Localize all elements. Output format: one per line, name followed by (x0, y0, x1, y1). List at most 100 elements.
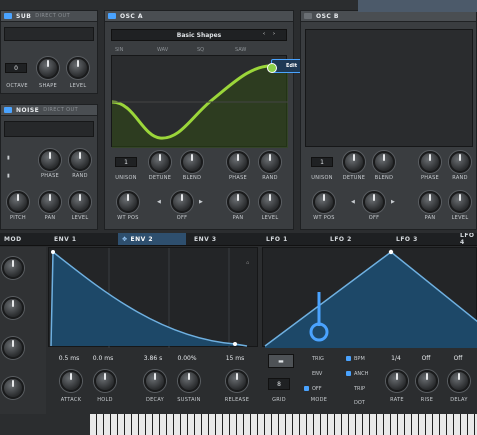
env-release-value: 15 ms (225, 355, 245, 362)
lfo-bpm-led[interactable] (346, 356, 351, 361)
noise-oneshot-icon[interactable]: ▮ (7, 173, 10, 179)
osc-a-warp-knob[interactable] (171, 191, 193, 213)
osc-a-warp-right-arrow-icon[interactable]: ▶ (199, 199, 203, 205)
noise-key-icon[interactable]: ▮ (7, 155, 10, 161)
lfo-dot-toggle[interactable]: DOT (354, 400, 365, 406)
noise-level-knob[interactable] (69, 191, 91, 213)
osc-a-prev-arrow-icon[interactable]: ‹ (263, 31, 265, 37)
env-release-label: RELEASE (224, 397, 250, 403)
osc-b-warp-left-arrow-icon[interactable]: ◀ (351, 199, 355, 205)
env-sustain-knob[interactable] (178, 370, 200, 392)
osc-b-detune-label: DETUNE (342, 175, 366, 181)
lfo-rate-knob[interactable] (386, 370, 408, 392)
piano-keyboard[interactable] (90, 414, 477, 435)
noise-pan-knob[interactable] (39, 191, 61, 213)
osc-b-unison-field[interactable]: 1 (311, 157, 333, 167)
noise-phase-knob[interactable] (39, 149, 61, 171)
osc-b-warp-knob[interactable] (363, 191, 385, 213)
tab-lfo-1[interactable]: LFO 1 (262, 233, 324, 245)
osc-b-wavetable-display[interactable] (305, 29, 473, 147)
env-decay-value: 3.86 s (143, 355, 163, 362)
macro-1-knob[interactable] (2, 257, 24, 279)
lfo-trip-toggle[interactable]: TRIP (354, 386, 365, 392)
env-hold-value: 0.0 ms (92, 355, 114, 362)
osc-b-level-knob[interactable] (449, 191, 471, 213)
macro-3-knob[interactable] (2, 337, 24, 359)
macro-4-knob[interactable] (2, 377, 24, 399)
lfo-mode-off[interactable]: OFF (312, 386, 322, 392)
tab-env-2[interactable]: ✥ ENV 2 (118, 233, 186, 245)
osc-b-blend-knob[interactable] (373, 151, 395, 173)
sub-display (4, 27, 94, 41)
lfo-delay-knob[interactable] (448, 370, 470, 392)
sub-octave-field[interactable]: 0 (5, 63, 27, 73)
osc-b-warp-right-arrow-icon[interactable]: ▶ (391, 199, 395, 205)
osc-a-level-knob[interactable] (259, 191, 281, 213)
osc-b-pan-label: PAN (424, 215, 436, 221)
osc-a-blend-label: BLEND (182, 175, 202, 181)
osc-b-pan-knob[interactable] (419, 191, 441, 213)
noise-direct-out[interactable]: DIRECT OUT (43, 107, 78, 113)
tab-lfo-2[interactable]: LFO 2 (326, 233, 388, 245)
tab-mod[interactable]: MOD (0, 233, 48, 245)
osc-a-wavetable-name[interactable]: Basic Shapes (111, 29, 287, 41)
sub-title: SUB (16, 12, 32, 20)
sub-power-led[interactable] (4, 13, 12, 19)
lfo-1-graph[interactable] (262, 247, 477, 348)
osc-b-wt-pos-knob[interactable] (313, 191, 335, 213)
lfo-mode-off-led[interactable] (304, 386, 309, 391)
noise-power-led[interactable] (4, 107, 12, 113)
lfo-grid-field[interactable]: 8 (268, 378, 290, 390)
osc-b-rand-knob[interactable] (449, 151, 471, 173)
osc-a-next-arrow-icon[interactable]: › (273, 31, 275, 37)
env-2-graph[interactable] (48, 247, 258, 348)
osc-a-wt-field-1[interactable]: SIN (115, 47, 123, 53)
osc-a-waveform (111, 64, 289, 148)
osc-a-warp-mode-label[interactable]: OFF (166, 215, 198, 221)
drag-move-icon[interactable]: ✥ (122, 236, 128, 243)
lfo-anch-toggle[interactable]: ANCH (354, 371, 368, 377)
lfo-mode-trig[interactable]: TRIG (312, 356, 324, 362)
osc-a-phase-knob[interactable] (227, 151, 249, 173)
noise-rand-knob[interactable] (69, 149, 91, 171)
macro-2-knob[interactable] (2, 297, 24, 319)
osc-a-detune-knob[interactable] (149, 151, 171, 173)
env-decay-knob[interactable] (144, 370, 166, 392)
osc-b-detune-knob[interactable] (343, 151, 365, 173)
osc-b-phase-knob[interactable] (419, 151, 441, 173)
tab-lfo-4[interactable]: LFO 4 (456, 233, 477, 245)
osc-a-wt-field-3[interactable]: SQ (197, 47, 204, 53)
osc-b-title: OSC B (316, 12, 339, 20)
sub-direct-out[interactable]: DIRECT OUT (35, 13, 70, 19)
env-release-knob[interactable] (226, 370, 248, 392)
env-attack-knob[interactable] (60, 370, 82, 392)
lfo-rise-knob[interactable] (416, 370, 438, 392)
lfo-anch-led[interactable] (346, 371, 351, 376)
osc-a-power-led[interactable] (108, 13, 116, 19)
noise-rand-label: RAND (72, 173, 88, 179)
osc-a-pan-knob[interactable] (227, 191, 249, 213)
osc-a-wt-field-4[interactable]: SAW (235, 47, 246, 53)
osc-a-unison-field[interactable]: 1 (115, 157, 137, 167)
osc-b-power-led[interactable] (304, 13, 312, 19)
osc-a-warp-left-arrow-icon[interactable]: ◀ (157, 199, 161, 205)
osc-b-warp-mode-label[interactable]: OFF (358, 215, 390, 221)
lfo-grid-pencil-button[interactable]: ▬ (268, 354, 294, 368)
osc-a-blend-knob[interactable] (181, 151, 203, 173)
env-2-lock-icon[interactable]: ⌂ (246, 260, 252, 340)
lfo-1-shape (264, 249, 477, 348)
osc-a-wt-field-2[interactable]: WAV (157, 47, 168, 53)
tab-env-1[interactable]: ENV 1 (50, 233, 116, 245)
osc-a-wavetable-display[interactable] (111, 55, 289, 148)
osc-a-wt-pos-knob[interactable] (117, 191, 139, 213)
env-hold-knob[interactable] (94, 370, 116, 392)
lfo-mode-env[interactable]: ENV (312, 371, 322, 377)
noise-pitch-knob[interactable] (7, 191, 29, 213)
sub-level-knob[interactable] (67, 57, 89, 79)
lfo-bpm-toggle[interactable]: BPM (354, 356, 365, 362)
sub-shape-knob[interactable] (37, 57, 59, 79)
sub-level-label: LEVEL (69, 83, 87, 89)
osc-a-rand-knob[interactable] (259, 151, 281, 173)
tab-lfo-3[interactable]: LFO 3 (392, 233, 454, 245)
tab-env-3[interactable]: ENV 3 (190, 233, 256, 245)
